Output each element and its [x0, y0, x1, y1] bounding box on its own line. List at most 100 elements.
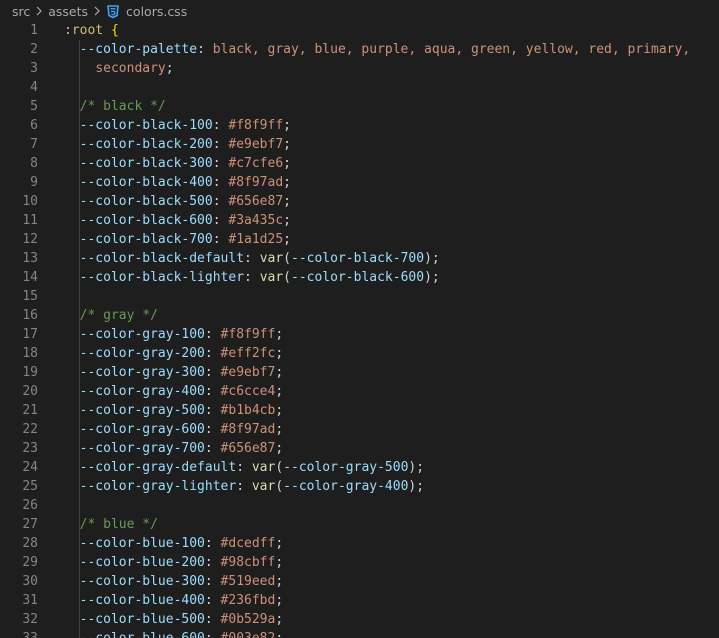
line-number: 3: [30, 61, 38, 76]
code-line-content: --color-blue-100: #dcedff;: [64, 534, 284, 553]
code-line[interactable]: 27 /* blue */: [0, 515, 719, 534]
code-line[interactable]: 22 --color-gray-600: #8f97ad;: [0, 420, 719, 439]
code-token: ;: [275, 612, 284, 627]
breadcrumb-item-assets[interactable]: assets: [48, 4, 88, 19]
code-token: --color-black-600: [79, 213, 213, 228]
code-token: #e9ebf7: [220, 365, 276, 380]
code-line[interactable]: 30 --color-blue-300: #519eed;: [0, 572, 719, 591]
line-number: 9: [30, 175, 38, 190]
code-line[interactable]: 29 --color-blue-200: #98cbff;: [0, 553, 719, 572]
code-line[interactable]: 25 --color-gray-lighter: var(--color-gra…: [0, 477, 719, 496]
line-number: 22: [22, 422, 38, 437]
code-line[interactable]: 2 --color-palette: black, gray, blue, pu…: [0, 40, 719, 59]
code-line[interactable]: 13 --color-black-default: var(--color-bl…: [0, 249, 719, 268]
code-token: #b1b4cb: [220, 403, 276, 418]
code-line[interactable]: 7 --color-black-200: #e9ebf7;: [0, 135, 719, 154]
code-token: ;: [275, 403, 284, 418]
code-token: :: [212, 137, 229, 152]
code-token: --color-gray-default: [79, 460, 237, 475]
code-line-content: --color-blue-600: #003e82;: [64, 629, 284, 638]
code-line[interactable]: 17 --color-gray-100: #f8f9ff;: [0, 325, 719, 344]
code-line[interactable]: 26: [0, 496, 719, 515]
code-token: --color-gray-500: [79, 403, 205, 418]
code-token: :: [212, 118, 229, 133]
code-token: --color-gray-400: [79, 384, 205, 399]
code-token: --color-gray-100: [79, 327, 205, 342]
code-token: ;: [283, 156, 291, 171]
code-line[interactable]: 33 --color-blue-600: #003e82;: [0, 629, 719, 638]
code-line-content: --color-black-500: #656e87;: [64, 192, 291, 211]
line-number: 13: [22, 251, 38, 266]
code-token: :: [204, 327, 221, 342]
code-token: #98cbff: [220, 555, 276, 570]
code-line[interactable]: 18 --color-gray-200: #eff2fc;: [0, 344, 719, 363]
code-line-content: /* gray */: [64, 306, 158, 325]
code-token: #656e87: [220, 441, 276, 456]
code-token: (: [275, 479, 284, 494]
code-line[interactable]: 1:root {: [0, 21, 719, 40]
code-token: ;: [283, 194, 291, 209]
code-line[interactable]: 28 --color-blue-100: #dcedff;: [0, 534, 719, 553]
code-token: --color-blue-600: [80, 631, 205, 638]
code-line[interactable]: 11 --color-black-600: #3a435c;: [0, 211, 719, 230]
code-token: (: [275, 460, 284, 475]
indent-guide: [79, 287, 80, 306]
code-line-content: --color-palette: black, gray, blue, purp…: [64, 40, 691, 59]
code-token: #1a1d25: [228, 232, 284, 247]
code-token: #f8f9ff: [220, 327, 276, 342]
line-number: 17: [22, 327, 38, 342]
code-token: ;: [283, 213, 291, 228]
code-token: --color-gray-600: [79, 422, 205, 437]
code-line[interactable]: 21 --color-gray-500: #b1b4cb;: [0, 401, 719, 420]
code-line[interactable]: 9 --color-black-400: #8f97ad;: [0, 173, 719, 192]
code-token: );: [424, 270, 440, 285]
code-line[interactable]: 12 --color-black-700: #1a1d25;: [0, 230, 719, 249]
code-line[interactable]: 10 --color-black-500: #656e87;: [0, 192, 719, 211]
code-editor[interactable]: src assets colors.css 1:root {2 --color-…: [0, 0, 719, 638]
code-line[interactable]: 23 --color-gray-700: #656e87;: [0, 439, 719, 458]
code-line[interactable]: 19 --color-gray-300: #e9ebf7;: [0, 363, 719, 382]
code-line[interactable]: 31 --color-blue-400: #236fbd;: [0, 591, 719, 610]
code-line-content: --color-gray-default: var(--color-gray-5…: [64, 458, 424, 477]
code-line[interactable]: 20 --color-gray-400: #c6cce4;: [0, 382, 719, 401]
code-token: :: [204, 574, 221, 589]
code-line[interactable]: 4: [0, 78, 719, 97]
code-token: /* black */: [79, 99, 166, 114]
code-line[interactable]: 24 --color-gray-default: var(--color-gra…: [0, 458, 719, 477]
code-token: --color-blue-200: [79, 555, 205, 570]
code-line[interactable]: 14 --color-black-lighter: var(--color-bl…: [0, 268, 719, 287]
code-token: #003e82: [221, 631, 276, 638]
code-line[interactable]: 15: [0, 287, 719, 306]
code-line-content: /* blue */: [64, 515, 158, 534]
breadcrumb-item-colors-css[interactable]: colors.css: [126, 4, 187, 19]
code-token: ;: [283, 118, 291, 133]
code-line[interactable]: 8 --color-black-300: #c7cfe6;: [0, 154, 719, 173]
breadcrumb-item-src[interactable]: src: [12, 4, 30, 19]
code-line-content: --color-gray-300: #e9ebf7;: [64, 363, 284, 382]
line-number: 30: [22, 574, 38, 589]
code-token: black, gray, blue, purple, aqua, green, …: [212, 42, 691, 57]
code-line[interactable]: 5 /* black */: [0, 97, 719, 116]
code-line[interactable]: 16 /* gray */: [0, 306, 719, 325]
code-token: ;: [275, 555, 284, 570]
code-token: #c7cfe6: [228, 156, 284, 171]
code-line-content: --color-gray-100: #f8f9ff;: [64, 325, 284, 344]
code-token: :: [197, 42, 213, 57]
code-line[interactable]: 3 secondary;: [0, 59, 719, 78]
code-token: --color-black-default: [79, 251, 245, 266]
code-line-content: --color-gray-700: #656e87;: [64, 439, 284, 458]
line-number: 28: [22, 536, 38, 551]
code-token: --color-black-300: [79, 156, 213, 171]
line-number: 10: [22, 194, 38, 209]
code-line-content: --color-black-100: #f8f9ff;: [64, 116, 291, 135]
code-token: #e9ebf7: [228, 137, 284, 152]
code-area[interactable]: 1:root {2 --color-palette: black, gray, …: [0, 21, 719, 638]
code-line[interactable]: 32 --color-blue-500: #0b529a;: [0, 610, 719, 629]
code-token: var: [259, 251, 284, 266]
code-token: :: [212, 232, 229, 247]
code-line[interactable]: 6 --color-black-100: #f8f9ff;: [0, 116, 719, 135]
